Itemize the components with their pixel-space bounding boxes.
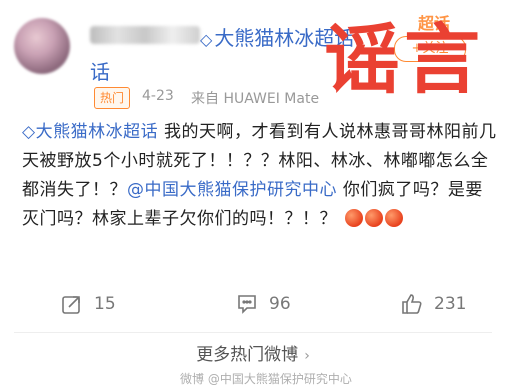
- rumor-stamp: 谣言: [324, 15, 484, 104]
- comment-button[interactable]: 96: [235, 292, 291, 316]
- hot-badge: 热门: [94, 87, 131, 109]
- action-bar: 15 96 231: [0, 284, 506, 324]
- super-topic-icon: ◇: [200, 30, 213, 49]
- like-count: 231: [434, 294, 467, 314]
- repost-button[interactable]: 15: [60, 292, 116, 316]
- avatar[interactable]: [14, 18, 70, 74]
- blurred-username[interactable]: [90, 26, 200, 44]
- angry-emoji-icon: [344, 209, 363, 227]
- topic-link[interactable]: ◇大熊猫林冰超话: [22, 122, 158, 142]
- comment-icon: [238, 295, 256, 314]
- like-button[interactable]: 231: [400, 292, 466, 316]
- watermark: 微博 @中国大熊猫保护研究中心: [180, 372, 352, 386]
- post-source: 来自 HUAWEI Mate: [191, 91, 320, 107]
- post-text: ◇大熊猫林冰超话 我的天啊，才看到有人说林惠哥哥林阳前几天被野放5个小时就死了！…: [22, 118, 500, 234]
- mention-link[interactable]: @中国大熊猫保护研究中心: [127, 180, 337, 200]
- repost-count: 15: [94, 294, 116, 314]
- angry-emoji-icon: [384, 209, 403, 227]
- angry-emoji-icon: [364, 209, 383, 227]
- chevron-right-icon: ›: [304, 348, 310, 364]
- divider: [14, 332, 492, 333]
- more-hot-posts-link[interactable]: 更多热门微博 ›: [0, 340, 506, 365]
- comment-count: 96: [269, 294, 291, 314]
- diamond-icon: ◇: [22, 122, 36, 142]
- repost-icon: [62, 296, 80, 314]
- topic-link-text: 大熊猫林冰超话: [35, 122, 159, 142]
- thumbs-up-icon: [402, 294, 422, 314]
- super-topic-title-wrap: 话: [90, 60, 110, 84]
- more-hot-posts-label: 更多热门微博: [196, 345, 299, 365]
- post-date: 4-23: [142, 88, 174, 104]
- weibo-post-card: ◇ 大熊猫林冰超话 话 超话 +关注 谣言 热门 4-23 来自 HUAWEI M…: [0, 0, 506, 387]
